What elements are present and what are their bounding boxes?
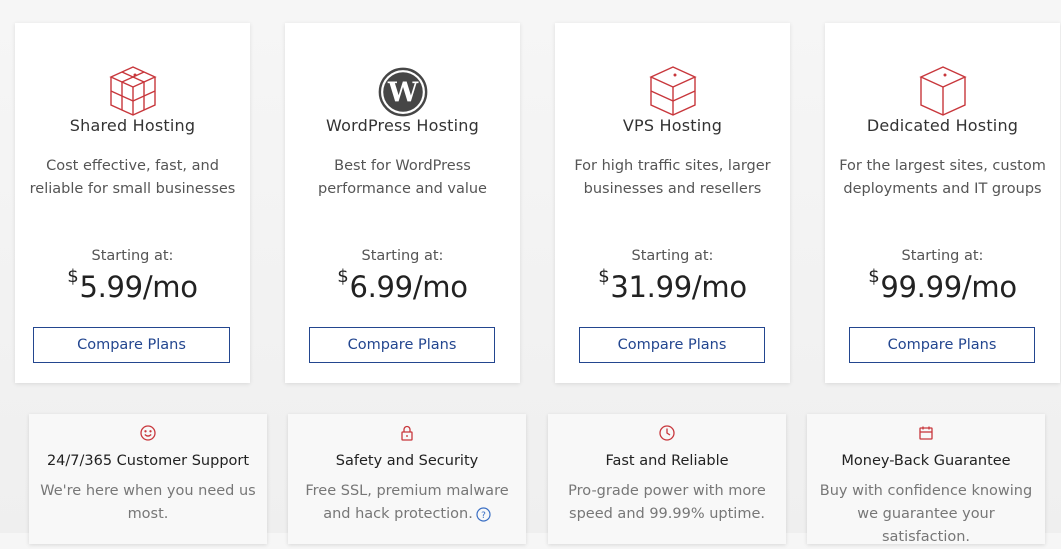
price-amount: 6.99 bbox=[349, 270, 413, 304]
feature-desc-line: Buy with confidence knowing bbox=[819, 483, 1033, 499]
plan-desc-line: reliable for small businesses bbox=[29, 181, 236, 197]
lock-icon bbox=[401, 425, 413, 441]
plan-price: $5.99/mo bbox=[15, 266, 250, 304]
plan-title: Dedicated Hosting bbox=[866, 116, 1019, 135]
feature-title: Money-Back Guarantee bbox=[841, 453, 1011, 469]
price-period: /mo bbox=[412, 270, 468, 304]
feature-description: Pro-grade power with more speed and 99.9… bbox=[558, 480, 776, 526]
plan-desc-line: businesses and resellers bbox=[583, 181, 762, 197]
compare-plans-button[interactable]: Compare Plans bbox=[309, 327, 495, 363]
plan-desc-line: For the largest sites, custom bbox=[839, 158, 1046, 174]
plan-card-shared: Shared Hosting Cost effective, fast, and… bbox=[15, 23, 250, 383]
plan-desc-line: Best for WordPress bbox=[334, 158, 471, 174]
starting-at-label: Starting at: bbox=[631, 248, 714, 264]
currency-symbol: $ bbox=[67, 266, 79, 287]
compare-plans-button[interactable]: Compare Plans bbox=[849, 327, 1035, 363]
plan-description: Cost effective, fast, and reliable for s… bbox=[29, 155, 236, 201]
feature-desc-line: speed and 99.99% uptime. bbox=[569, 506, 765, 522]
feature-card-security: Safety and Security Free SSL, premium ma… bbox=[288, 414, 526, 544]
plan-price: $99.99/mo bbox=[825, 266, 1060, 304]
plan-desc-line: deployments and IT groups bbox=[843, 181, 1042, 197]
feature-desc-line: we guarantee your satisfaction. bbox=[857, 506, 995, 545]
feature-desc-line: We're here when you need us bbox=[40, 483, 256, 499]
price-amount: 5.99 bbox=[79, 270, 143, 304]
feature-desc-line: most. bbox=[127, 506, 169, 522]
feature-card-support: 24/7/365 Customer Support We're here whe… bbox=[29, 414, 267, 544]
plan-price: $6.99/mo bbox=[285, 266, 520, 304]
currency-symbol: $ bbox=[598, 266, 610, 287]
plan-card-dedicated: Dedicated Hosting For the largest sites,… bbox=[825, 23, 1060, 383]
plan-title: Shared Hosting bbox=[69, 116, 196, 135]
plan-description: Best for WordPress performance and value bbox=[299, 155, 506, 201]
plan-title: WordPress Hosting bbox=[326, 116, 479, 135]
feature-desc-line: and hack protection.? bbox=[298, 503, 516, 526]
currency-symbol: $ bbox=[337, 266, 349, 287]
multi-server-box-icon bbox=[108, 66, 157, 116]
plan-price: $31.99/mo bbox=[555, 266, 790, 304]
vps-box-icon bbox=[648, 66, 697, 116]
feature-description: We're here when you need us most. bbox=[39, 480, 257, 526]
feature-desc-line: Free SSL, premium malware bbox=[305, 483, 509, 499]
plan-card-vps: VPS Hosting For high traffic sites, larg… bbox=[555, 23, 790, 383]
plan-title: VPS Hosting bbox=[622, 116, 723, 135]
starting-at-label: Starting at: bbox=[361, 248, 444, 264]
feature-description: Free SSL, premium malware and hack prote… bbox=[298, 480, 516, 526]
feature-title: Safety and Security bbox=[335, 453, 479, 469]
feature-card-guarantee: Money-Back Guarantee Buy with confidence… bbox=[807, 414, 1045, 545]
feature-desc-line: Pro-grade power with more bbox=[568, 483, 766, 499]
feature-description: Buy with confidence knowing we guarantee… bbox=[817, 480, 1035, 549]
currency-symbol: $ bbox=[868, 266, 880, 287]
calendar-icon bbox=[919, 426, 933, 440]
smiley-icon bbox=[140, 425, 156, 441]
plan-desc-line: performance and value bbox=[318, 181, 487, 197]
clock-icon bbox=[659, 425, 675, 441]
price-period: /mo bbox=[142, 270, 198, 304]
price-amount: 99.99 bbox=[880, 270, 962, 304]
plan-desc-line: For high traffic sites, larger bbox=[574, 158, 771, 174]
feature-desc-text: and hack protection. bbox=[323, 506, 473, 522]
price-period: /mo bbox=[961, 270, 1017, 304]
price-period: /mo bbox=[691, 270, 747, 304]
feature-card-reliability: Fast and Reliable Pro-grade power with m… bbox=[548, 414, 786, 544]
svg-text:W: W bbox=[386, 78, 418, 109]
compare-plans-button[interactable]: Compare Plans bbox=[33, 327, 230, 363]
plan-desc-line: Cost effective, fast, and bbox=[46, 158, 219, 174]
wordpress-icon: W bbox=[378, 67, 427, 117]
feature-title: Fast and Reliable bbox=[605, 453, 729, 469]
compare-plans-button[interactable]: Compare Plans bbox=[579, 327, 765, 363]
help-circle-icon[interactable]: ? bbox=[476, 506, 491, 522]
dedicated-box-icon bbox=[918, 66, 967, 116]
starting-at-label: Starting at: bbox=[91, 248, 174, 264]
svg-text:?: ? bbox=[481, 511, 486, 521]
price-amount: 31.99 bbox=[610, 270, 692, 304]
plan-description: For the largest sites, custom deployment… bbox=[839, 155, 1046, 201]
starting-at-label: Starting at: bbox=[901, 248, 984, 264]
plan-card-wordpress: W WordPress Hosting Best for WordPress p… bbox=[285, 23, 520, 383]
feature-title: 24/7/365 Customer Support bbox=[46, 453, 250, 469]
plan-description: For high traffic sites, larger businesse… bbox=[569, 155, 776, 201]
